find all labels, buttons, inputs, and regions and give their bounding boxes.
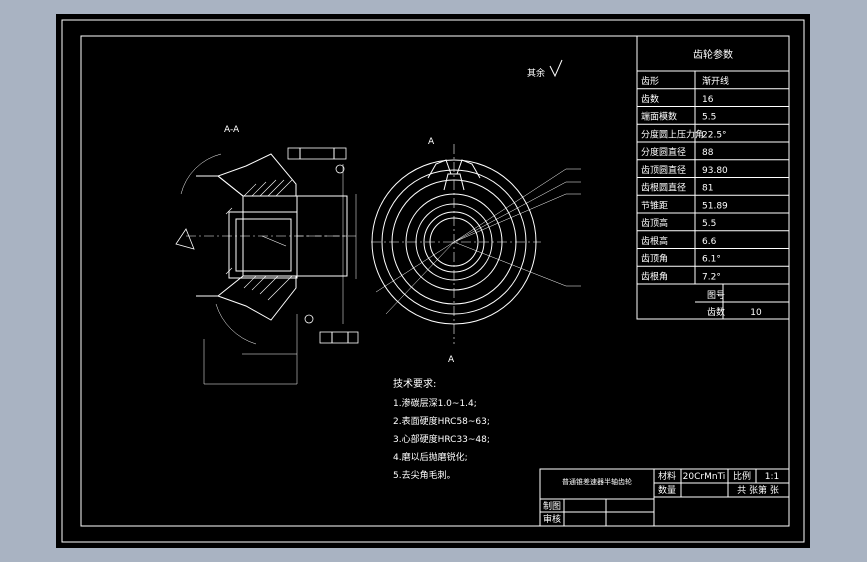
param-label: 端面模数 — [641, 111, 677, 123]
param-label: 齿根圆直径 — [641, 182, 686, 194]
tech-requirements: 技术要求: 1.渗碳层深1.0~1.4; 2.表面硬度HRC58~63; 3.心… — [393, 377, 490, 481]
section-view: A-A — [175, 125, 359, 385]
quantity-label: 数量 — [658, 484, 676, 496]
param-label: 齿顶高 — [641, 217, 668, 229]
param-value: 51.89 — [702, 201, 728, 211]
surface-roughness-note: 其余 — [527, 59, 563, 79]
surface-note-text: 其余 — [527, 67, 545, 79]
mating-label-2: 齿数 — [707, 306, 725, 318]
view-label-bottom: A — [448, 355, 455, 365]
param-value: 93.80 — [702, 166, 728, 176]
param-label: 分度圆上压力角 — [641, 128, 704, 140]
scale-value: 1:1 — [765, 472, 779, 482]
title-block: 普通锥差速器半轴齿轮 材料 20CrMnTi 比例 1:1 数量 共 张第 张 … — [539, 468, 790, 527]
tech-requirement-item: 4.磨以后抛磨锐化; — [393, 451, 468, 463]
material-label: 材料 — [658, 470, 676, 482]
param-label: 齿形 — [641, 75, 659, 87]
tech-requirement-item: 1.渗碳层深1.0~1.4; — [393, 397, 477, 409]
view-label-top: A — [428, 137, 435, 147]
tech-requirements-title: 技术要求: — [393, 377, 436, 390]
param-label: 分度圆直径 — [641, 146, 686, 158]
param-label: 齿顶圆直径 — [641, 164, 686, 176]
params-table: 齿轮参数 齿形 渐开线齿数 16 端面模数 5.5 分度圆上压力角22.5° 分度圆直径 88… — [636, 35, 790, 320]
param-label: 齿数 — [641, 93, 659, 105]
tech-requirement-item: 5.去尖角毛刺。 — [393, 469, 456, 481]
front-view: A A — [371, 137, 581, 365]
param-value: 88 — [702, 148, 714, 158]
sheets-label: 共 张第 张 — [737, 484, 779, 496]
param-value: 6.6 — [702, 237, 717, 247]
drawing-sheet: 齿轮参数 齿形 渐开线齿数 16 端面模数 5.5 分度圆上压力角 22.5° 分度圆直径 88… — [56, 14, 810, 548]
mating-value-2: 10 — [750, 308, 762, 318]
param-value: 渐开线 — [702, 75, 729, 87]
section-label: A-A — [224, 125, 240, 135]
param-label: 齿顶角 — [641, 253, 668, 265]
param-label: 节锥距 — [641, 199, 668, 211]
params-table-title: 齿轮参数 — [693, 48, 733, 61]
param-value: 6.1° — [702, 255, 721, 265]
param-value: 16 — [702, 95, 714, 105]
param-value: 7.2° — [702, 272, 721, 282]
material-value: 20CrMnTi — [683, 472, 726, 482]
tech-requirement-item: 2.表面硬度HRC58~63; — [393, 415, 490, 427]
tech-requirement-item: 3.心部硬度HRC33~48; — [393, 433, 490, 445]
roughness-symbol-icon — [549, 59, 563, 78]
param-value: 5.5 — [702, 113, 716, 123]
outer-border — [61, 19, 805, 543]
param-label: 齿根高 — [641, 235, 668, 247]
mating-label-1: 图号 — [707, 290, 725, 301]
cad-drawing: 齿轮参数 齿形 渐开线齿数 16 端面模数 5.5 分度圆上压力角22.5° 分度圆直径 88… — [61, 19, 805, 543]
drawing-name: 普通锥差速器半轴齿轮 — [562, 477, 632, 486]
param-value: 81 — [702, 184, 713, 194]
scale-label: 比例 — [733, 470, 751, 482]
param-value: 22.5° — [702, 130, 727, 140]
param-label: 齿根角 — [641, 270, 668, 282]
drawn-label: 制图 — [543, 500, 561, 512]
checked-label: 审核 — [543, 513, 561, 525]
param-value: 5.5 — [702, 219, 716, 229]
